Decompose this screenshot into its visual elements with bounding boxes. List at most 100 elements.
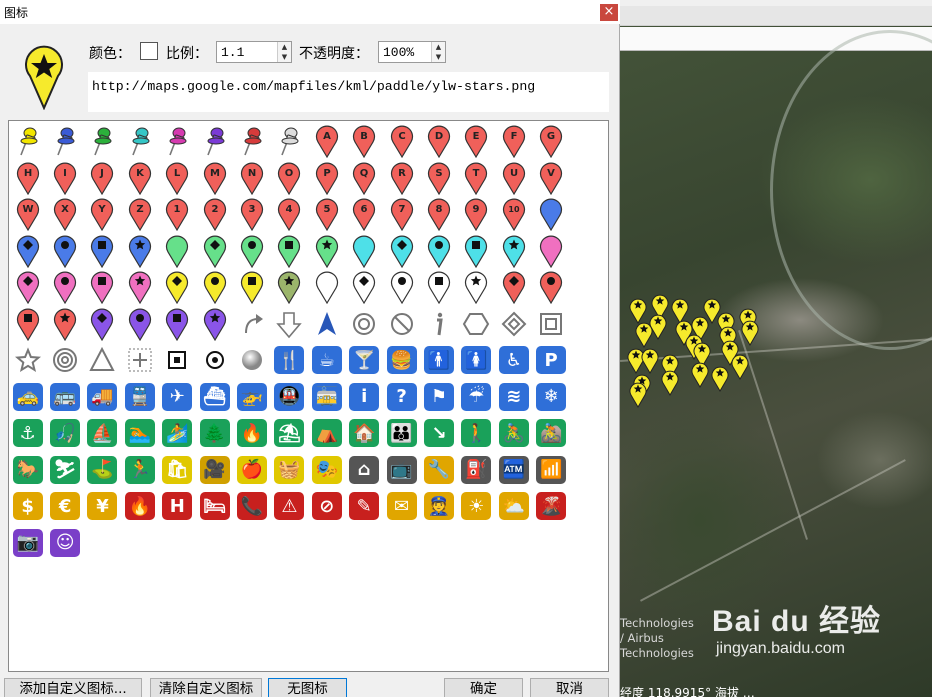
star-outline-icon[interactable] [9, 342, 46, 379]
paddle-icon[interactable] [159, 306, 196, 343]
paddle-icon[interactable] [458, 269, 495, 306]
paddle-icon[interactable] [121, 269, 158, 306]
paddle-icon[interactable] [346, 233, 383, 270]
symbol-icon[interactable]: ≋ [495, 379, 532, 416]
paddle-icon[interactable] [420, 269, 457, 306]
symbol-icon[interactable]: 🏊 [121, 415, 158, 452]
symbol-icon[interactable]: ⚓ [9, 415, 46, 452]
star-placemark-icon[interactable] [640, 346, 660, 374]
square-outline-icon[interactable] [532, 306, 569, 343]
pushpin-icon[interactable] [46, 123, 83, 160]
symbol-icon[interactable]: ✉ [383, 488, 420, 525]
paddle-icon[interactable]: 10 [495, 196, 532, 233]
symbol-icon[interactable]: 🚋 [308, 379, 345, 416]
scale-spinbox[interactable]: 1.1 ▲ ▼ [216, 41, 292, 63]
symbol-icon[interactable]: 📷 [9, 525, 46, 562]
symbol-icon[interactable]: i [346, 379, 383, 416]
star-placemark-icon[interactable] [740, 318, 760, 346]
paddle-icon[interactable] [121, 306, 158, 343]
paddle-icon[interactable] [308, 269, 345, 306]
paddle-icon[interactable]: E [458, 123, 495, 160]
symbol-icon[interactable]: 🎣 [46, 415, 83, 452]
triangle-icon[interactable] [84, 342, 121, 379]
dialog-titlebar[interactable]: 图标 × [0, 0, 620, 24]
symbol-icon[interactable]: 🍸 [346, 342, 383, 379]
symbol-icon[interactable]: 🛍 [159, 452, 196, 489]
paddle-icon[interactable]: 9 [458, 196, 495, 233]
grey-sphere-icon[interactable] [233, 342, 270, 379]
add-custom-icon-button[interactable]: 添加自定义图标... [4, 678, 142, 697]
clear-custom-icon-button[interactable]: 清除自定义图标 [150, 678, 262, 697]
paddle-icon[interactable] [308, 233, 345, 270]
symbol-icon[interactable]: ✎ [346, 488, 383, 525]
symbol-icon[interactable]: 🔥 [233, 415, 270, 452]
paddle-icon[interactable]: R [383, 160, 420, 197]
cancel-button[interactable]: 取消 [530, 678, 609, 697]
paddle-icon[interactable] [420, 233, 457, 270]
symbol-icon[interactable]: ❄ [532, 379, 569, 416]
symbol-icon[interactable]: ⛴ [196, 379, 233, 416]
paddle-icon[interactable]: 3 [233, 196, 270, 233]
paddle-icon[interactable] [84, 269, 121, 306]
paddle-icon[interactable] [532, 196, 569, 233]
paddle-icon[interactable]: 1 [159, 196, 196, 233]
paddle-icon[interactable]: A [308, 123, 345, 160]
star-placemark-icon[interactable] [730, 352, 750, 380]
symbol-icon[interactable]: 🔧 [420, 452, 457, 489]
paddle-icon[interactable]: T [458, 160, 495, 197]
paddle-icon[interactable]: 8 [420, 196, 457, 233]
paddle-icon[interactable]: 2 [196, 196, 233, 233]
symbol-icon[interactable]: € [46, 488, 83, 525]
symbol-icon[interactable]: 🛏 [196, 488, 233, 525]
star-placemark-icon[interactable] [660, 368, 680, 396]
info-i-icon[interactable] [420, 306, 457, 343]
paddle-icon[interactable]: C [383, 123, 420, 160]
paddle-icon[interactable]: G [532, 123, 569, 160]
symbol-icon[interactable]: ⛺ [308, 415, 345, 452]
symbol-icon[interactable]: 🍔 [383, 342, 420, 379]
symbol-icon[interactable]: 🍴 [271, 342, 308, 379]
symbol-icon[interactable]: 🚕 [9, 379, 46, 416]
pushpin-icon[interactable] [233, 123, 270, 160]
symbol-icon[interactable]: ⛱ [271, 415, 308, 452]
spin-up-icon[interactable]: ▲ [432, 42, 445, 52]
paddle-icon[interactable]: U [495, 160, 532, 197]
paddle-icon[interactable] [495, 233, 532, 270]
paddle-icon[interactable]: 7 [383, 196, 420, 233]
paddle-icon[interactable] [84, 233, 121, 270]
symbol-icon[interactable]: $ [9, 488, 46, 525]
spin-down-icon[interactable]: ▼ [278, 52, 291, 62]
symbol-icon[interactable]: 🌲 [196, 415, 233, 452]
paddle-icon[interactable]: X [46, 196, 83, 233]
symbol-icon[interactable]: P [532, 342, 569, 379]
symbol-icon[interactable]: 🚺 [458, 342, 495, 379]
opacity-spin-arrows[interactable]: ▲ ▼ [431, 42, 445, 62]
paddle-icon[interactable] [46, 269, 83, 306]
symbol-icon[interactable]: 🚇 [271, 379, 308, 416]
symbol-icon[interactable]: ⚠ [271, 488, 308, 525]
symbol-icon[interactable]: 🎥 [196, 452, 233, 489]
symbol-icon[interactable]: ☺ [46, 525, 83, 562]
paddle-icon[interactable] [9, 233, 46, 270]
symbol-icon[interactable]: 🚹 [420, 342, 457, 379]
symbol-icon[interactable]: 👪 [383, 415, 420, 452]
star-placemark-icon[interactable] [628, 380, 648, 408]
pushpin-icon[interactable] [9, 123, 46, 160]
symbol-icon[interactable]: ⛽ [458, 452, 495, 489]
no-entry-icon[interactable] [383, 306, 420, 343]
paddle-icon[interactable]: M [196, 160, 233, 197]
symbol-icon[interactable]: 🚵 [532, 415, 569, 452]
symbol-icon[interactable]: 🌋 [532, 488, 569, 525]
paddle-icon[interactable] [271, 233, 308, 270]
symbol-icon[interactable]: 📞 [233, 488, 270, 525]
no-icon-button[interactable]: 无图标 [268, 678, 347, 697]
square-dot-icon[interactable] [159, 342, 196, 379]
close-button[interactable]: × [600, 4, 618, 21]
paddle-icon[interactable] [495, 269, 532, 306]
paddle-icon[interactable] [532, 233, 569, 270]
opacity-spinbox[interactable]: 100% ▲ ▼ [378, 41, 446, 63]
paddle-icon[interactable] [196, 306, 233, 343]
paddle-icon[interactable]: S [420, 160, 457, 197]
paddle-icon[interactable] [346, 269, 383, 306]
paddle-icon[interactable] [233, 233, 270, 270]
